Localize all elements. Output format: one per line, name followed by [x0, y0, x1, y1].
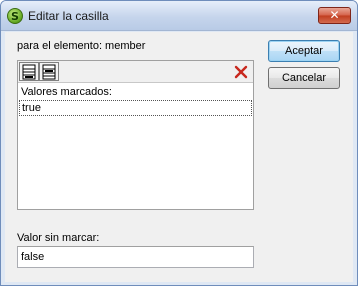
unchecked-value-input[interactable]: false	[17, 246, 254, 268]
append-row-icon	[22, 64, 36, 80]
element-label: para el elemento: member	[17, 40, 146, 52]
dialog-window: S Editar la casilla ✕ para el elemento: …	[0, 0, 358, 286]
insert-row-button[interactable]	[39, 62, 59, 81]
checked-values-list: Valores marcados: true	[17, 60, 254, 210]
append-row-button[interactable]	[19, 62, 39, 81]
checked-values-header: Valores marcados:	[21, 86, 112, 98]
list-toolbar	[18, 61, 253, 83]
title-bar[interactable]: S Editar la casilla ✕	[1, 1, 357, 31]
delete-x-icon	[234, 65, 248, 79]
window-title: Editar la casilla	[28, 9, 109, 23]
delete-row-button[interactable]	[233, 64, 249, 80]
accept-button[interactable]: Aceptar	[268, 40, 340, 62]
unchecked-value-label: Valor sin marcar:	[17, 232, 100, 244]
cancel-button[interactable]: Cancelar	[268, 67, 340, 89]
insert-row-icon	[42, 64, 56, 80]
dialog-body: para el elemento: member Valores marcado…	[5, 32, 353, 282]
list-item[interactable]: true	[19, 100, 252, 116]
app-logo-icon: S	[7, 8, 23, 24]
close-button[interactable]: ✕	[318, 7, 351, 24]
